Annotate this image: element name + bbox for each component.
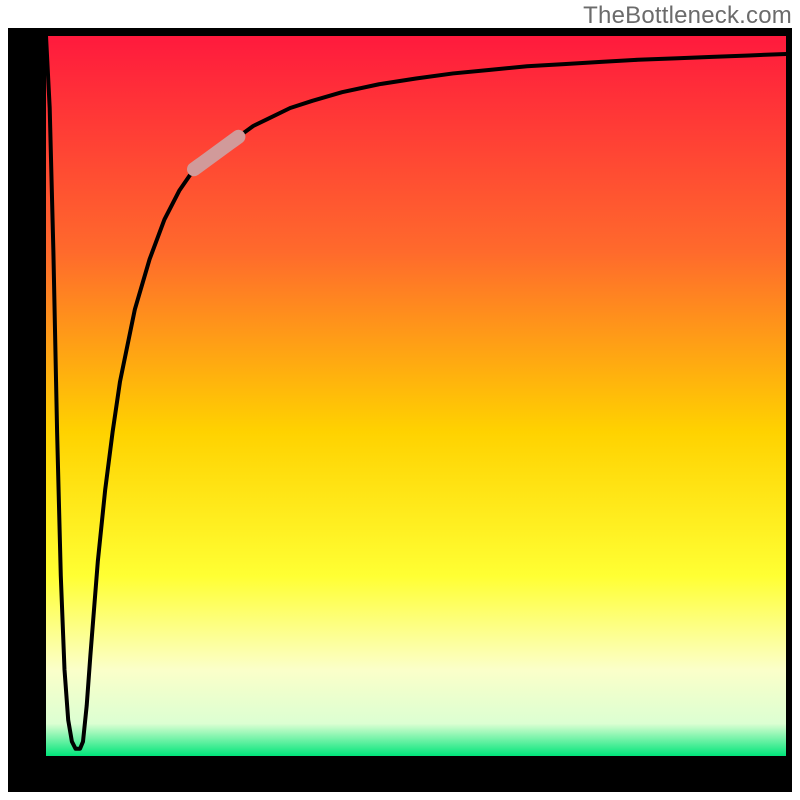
plot-svg [46, 36, 786, 756]
chart-frame: TheBottleneck.com [0, 0, 800, 800]
plot-area [46, 36, 786, 756]
chart-black-border [8, 28, 792, 792]
gradient-background [46, 36, 786, 756]
watermark-text: TheBottleneck.com [583, 2, 792, 30]
